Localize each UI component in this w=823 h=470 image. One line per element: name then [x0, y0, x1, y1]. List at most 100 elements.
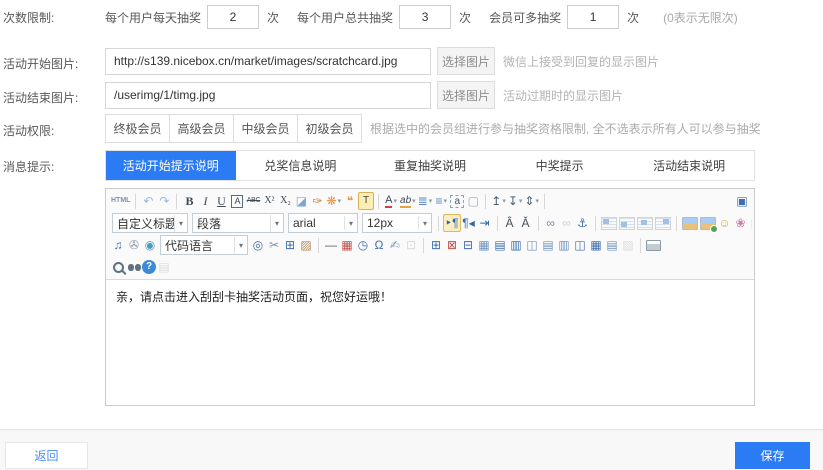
- to-lowercase-icon[interactable]: Ǎ: [518, 214, 534, 232]
- snapshot-icon[interactable]: ◎: [250, 236, 266, 254]
- insert-column-icon[interactable]: ▥: [508, 236, 524, 254]
- toolbar-row: 自定义标题▾段落▾arial▾12px▾‣¶¶◂⇥ÂǍ∞∞⚓☺❀▥: [108, 212, 752, 234]
- custom-title-select[interactable]: 自定义标题▾: [112, 213, 188, 233]
- insert-image-icon[interactable]: [681, 214, 699, 232]
- font-size-select[interactable]: 12px▾: [362, 213, 432, 233]
- redo-icon[interactable]: ↷: [156, 192, 172, 210]
- distribute-rows-icon[interactable]: ▤: [604, 236, 620, 254]
- tab-win-tip[interactable]: 中奖提示: [495, 151, 625, 180]
- italic-icon[interactable]: I: [197, 192, 213, 210]
- word-image-icon[interactable]: ✍: [387, 236, 403, 254]
- to-uppercase-icon[interactable]: Â: [502, 214, 518, 232]
- insert-music-icon[interactable]: ♫: [110, 236, 126, 254]
- strikethrough-icon[interactable]: ABC: [245, 192, 261, 210]
- member-group-button-senior[interactable]: 高级会员: [169, 114, 234, 143]
- split-to-rows-icon[interactable]: ◫: [572, 236, 588, 254]
- member-group-button-ultimate[interactable]: 终极会员: [105, 114, 170, 143]
- daily-draw-input[interactable]: [207, 5, 259, 29]
- tab-activity-start-tip[interactable]: 活动开始提示说明: [106, 151, 236, 180]
- start-image-pick-button[interactable]: 选择图片: [437, 47, 495, 75]
- end-image-pick-button[interactable]: 选择图片: [437, 81, 495, 109]
- auto-typeset-icon[interactable]: ❋▾: [325, 192, 342, 210]
- special-characters-icon[interactable]: Ω: [371, 236, 387, 254]
- delete-column-icon[interactable]: ▥: [556, 236, 572, 254]
- remove-link-icon: ∞: [559, 214, 575, 232]
- underline-icon[interactable]: U: [213, 192, 229, 210]
- emoticon-icon[interactable]: ☺: [717, 214, 733, 232]
- toolbar-separator: [135, 194, 136, 209]
- rich-text-editor: HTML ↶↷ BIUAABCX²X₂◪✑❋▾❝T A▾ab▾≣▾≡▾a▢ ↥▾↧▾⇕▾…: [105, 188, 755, 406]
- insert-iframe-icon[interactable]: ⊞: [282, 236, 298, 254]
- select-all-icon[interactable]: a: [449, 192, 465, 210]
- clear-document-icon[interactable]: ▢: [465, 192, 481, 210]
- back-button[interactable]: 返回: [5, 442, 88, 469]
- scrawl-icon[interactable]: ❀: [733, 214, 749, 232]
- merge-cells-icon[interactable]: ▦: [476, 236, 492, 254]
- start-image-url-input[interactable]: [105, 48, 431, 75]
- bold-icon[interactable]: B: [181, 192, 197, 210]
- paragraph-spacing-top-icon[interactable]: ↥▾: [490, 192, 507, 210]
- indent-icon[interactable]: ⇥: [477, 214, 493, 232]
- blockquote-icon[interactable]: ❝: [342, 192, 358, 210]
- help-icon[interactable]: ?: [142, 260, 156, 274]
- table-caption-icon[interactable]: ⊟: [460, 236, 476, 254]
- permission-hint: 根据选中的会员组进行参与抽奖资格限制, 全不选表示所有人可以参与抽奖: [370, 120, 761, 137]
- format-painter-icon[interactable]: ✑: [309, 192, 325, 210]
- member-extra-draw-input[interactable]: [567, 5, 619, 29]
- superscript-icon[interactable]: X²: [261, 192, 277, 210]
- paragraph-spacing-bottom-icon[interactable]: ↧▾: [507, 192, 524, 210]
- background-color-icon[interactable]: ab▾: [399, 192, 417, 210]
- ordered-list-icon[interactable]: ≣▾: [417, 192, 434, 210]
- tab-activity-end[interactable]: 活动结束说明: [624, 151, 754, 180]
- insert-video-icon[interactable]: ▥: [749, 214, 752, 232]
- insert-row-icon[interactable]: ▤: [492, 236, 508, 254]
- paragraph-format-select[interactable]: 段落▾: [192, 213, 284, 233]
- direction-rtl-icon[interactable]: ¶◂: [461, 214, 477, 232]
- unordered-list-icon[interactable]: ≡▾: [433, 192, 449, 210]
- remove-format-icon[interactable]: ◪: [293, 192, 309, 210]
- code-language-select[interactable]: 代码语言▾: [160, 235, 248, 255]
- search-replace-icon[interactable]: [126, 258, 142, 276]
- image-float-right-icon[interactable]: [654, 214, 672, 232]
- image-inline-icon[interactable]: [618, 214, 636, 232]
- direction-ltr-icon[interactable]: ‣¶: [443, 214, 461, 232]
- split-to-columns-icon[interactable]: ▦: [588, 236, 604, 254]
- insert-date-icon[interactable]: ▦: [339, 236, 355, 254]
- line-height-icon[interactable]: ⇕▾: [523, 192, 540, 210]
- insert-table-icon[interactable]: ⊞: [428, 236, 444, 254]
- split-cell-icon[interactable]: ◫: [524, 236, 540, 254]
- page-background-icon[interactable]: ▨: [298, 236, 314, 254]
- insert-link-icon[interactable]: ∞: [543, 214, 559, 232]
- print-icon[interactable]: [645, 236, 662, 254]
- anchor-icon[interactable]: ⚓: [575, 214, 591, 232]
- attachment-icon[interactable]: ✇: [126, 236, 142, 254]
- insert-map-icon[interactable]: ◉: [142, 236, 158, 254]
- subscript-icon[interactable]: X₂: [277, 192, 293, 210]
- source-code-icon[interactable]: HTML: [110, 192, 131, 210]
- font-border-icon[interactable]: A: [229, 192, 245, 210]
- preview-icon[interactable]: [110, 258, 126, 276]
- total-draw-input[interactable]: [399, 5, 451, 29]
- delete-row-icon[interactable]: ▤: [540, 236, 556, 254]
- end-image-url-input[interactable]: [105, 82, 431, 109]
- font-family-select[interactable]: arial▾: [288, 213, 358, 233]
- member-group-button-intermediate[interactable]: 中级会员: [233, 114, 298, 143]
- page-break-icon[interactable]: ✂: [266, 236, 282, 254]
- undo-icon[interactable]: ↶: [140, 192, 156, 210]
- save-button[interactable]: 保存: [735, 442, 810, 469]
- image-center-icon[interactable]: [636, 214, 654, 232]
- member-extra-draw-label: 会员可多抽奖: [489, 9, 561, 26]
- image-manager-icon[interactable]: [699, 214, 717, 232]
- image-float-left-icon[interactable]: [600, 214, 618, 232]
- tab-repeat-draw[interactable]: 重复抽奖说明: [365, 151, 495, 180]
- paste-plain-text-icon[interactable]: T: [358, 192, 374, 210]
- delete-table-icon[interactable]: ⊠: [444, 236, 460, 254]
- font-color-icon[interactable]: A▾: [383, 192, 399, 210]
- editor-content[interactable]: 亲，请点击进入刮刮卡抽奖活动页面，祝您好运哦！: [106, 280, 754, 409]
- chevron-down-icon: ▾: [271, 219, 283, 228]
- insert-time-icon[interactable]: ◷: [355, 236, 371, 254]
- member-group-button-junior[interactable]: 初级会员: [297, 114, 362, 143]
- fullscreen-icon[interactable]: ▣: [734, 192, 750, 210]
- horizontal-rule-icon[interactable]: —: [323, 236, 339, 254]
- tab-redeem-info[interactable]: 兑奖信息说明: [236, 151, 366, 180]
